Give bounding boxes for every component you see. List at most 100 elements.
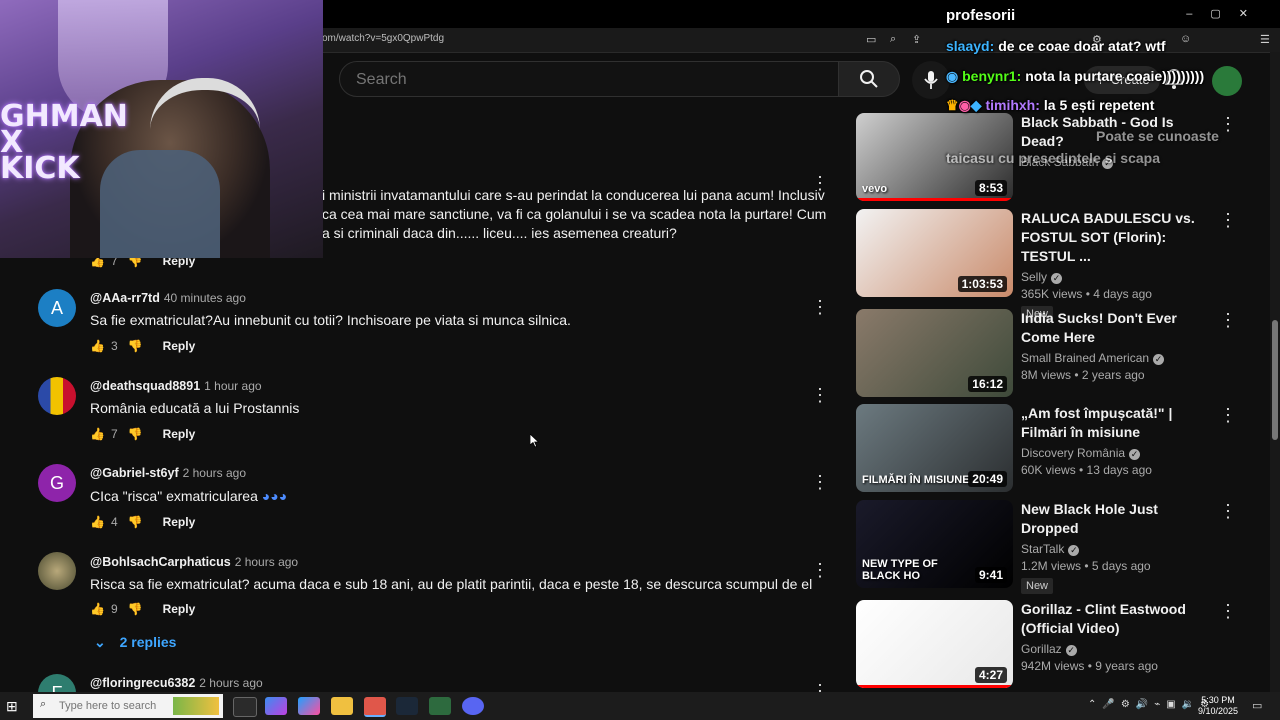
stream-logo: GHMAN X KICK [0, 99, 128, 186]
comment-time[interactable]: 2 hours ago [199, 676, 262, 690]
dislike-icon[interactable]: 👎 [128, 427, 143, 441]
reply-button[interactable]: Reply [163, 339, 196, 353]
recommended-video[interactable]: 16:12 India Sucks! Don't Ever Come Here Sm… [856, 309, 1237, 397]
channel-name-row: Selly ✓ [1021, 270, 1216, 284]
avatar[interactable]: A [38, 289, 76, 327]
recommended-video[interactable]: 4:27 Gorillaz - Clint Eastwood (Official … [856, 600, 1237, 688]
comment-menu-button[interactable]: ⋮ [811, 473, 829, 491]
zoom-icon[interactable]: ⌕ [890, 33, 896, 46]
chat-message: slaayd: de ce coae doar atat? wtf [946, 38, 1166, 54]
like-count: 9 [110, 602, 118, 616]
like-icon[interactable]: 👍 [90, 602, 105, 616]
comment-author[interactable]: @Gabriel-st6yf [90, 466, 179, 480]
profile-icon[interactable]: ☺ [1180, 33, 1191, 45]
comment-menu-button[interactable]: ⋮ [811, 298, 829, 316]
video-menu-button[interactable]: ⋮ [1219, 502, 1237, 520]
avatar[interactable] [38, 377, 76, 415]
comment-time[interactable]: 2 hours ago [183, 466, 246, 480]
video-title[interactable]: RALUCA BADULESCU vs. FOSTUL SOT (Florin)… [1021, 209, 1216, 266]
comment-header: @AAa-rr7td 40 minutes ago [90, 291, 246, 305]
video-title[interactable]: New Black Hole Just Dropped [1021, 500, 1216, 538]
video-menu-button[interactable]: ⋮ [1219, 406, 1237, 424]
avatar[interactable]: G [38, 464, 76, 502]
thumbnail-label: vevo [862, 183, 888, 195]
comment-text: a si criminali daca din...... liceu.... … [322, 225, 677, 241]
video-menu-button[interactable]: ⋮ [1219, 115, 1237, 133]
cast-icon[interactable]: ▭ [866, 33, 876, 46]
voice-search-button[interactable] [912, 61, 950, 99]
microphone-icon [924, 71, 938, 89]
video-thumbnail[interactable]: FILMĂRI ÎN MISIUNE 20:49 [856, 404, 1013, 492]
copilot-icon[interactable] [265, 697, 287, 715]
video-title[interactable]: „Am fost împușcată!" | Filmări în misiun… [1021, 404, 1216, 442]
search-input[interactable] [354, 70, 818, 90]
xbox-icon[interactable] [429, 697, 451, 715]
comment-menu-button[interactable]: ⋮ [811, 174, 829, 192]
video-title[interactable]: India Sucks! Don't Ever Come Here [1021, 309, 1216, 347]
taskbar-search-box[interactable]: ⌕ [33, 694, 223, 718]
menu-icon[interactable]: ☰ [1260, 33, 1270, 46]
video-menu-button[interactable]: ⋮ [1219, 211, 1237, 229]
video-menu-button[interactable]: ⋮ [1219, 602, 1237, 620]
user-avatar[interactable] [1212, 66, 1242, 96]
comment-menu-button[interactable]: ⋮ [811, 386, 829, 404]
video-thumbnail[interactable]: NEW TYPE OF BLACK HO 9:41 [856, 500, 1013, 588]
steam-icon[interactable] [396, 697, 418, 715]
taskbar-clock[interactable]: 5:30 PM 9/10/2025 [1198, 695, 1238, 717]
video-menu-button[interactable]: ⋮ [1219, 311, 1237, 329]
reply-button[interactable]: Reply [163, 427, 196, 441]
recommended-video[interactable]: FILMĂRI ÎN MISIUNE 20:49 „Am fost împușcat… [856, 404, 1237, 492]
comment-header: @floringrecu6382 2 hours ago [90, 676, 263, 690]
view-replies-button[interactable]: ⌄ 2 replies [94, 634, 176, 651]
recommended-video[interactable]: 1:03:53 RALUCA BADULESCU vs. FOSTUL SOT (… [856, 209, 1237, 322]
like-icon[interactable]: 👍 [90, 339, 105, 353]
comment-time[interactable]: 2 hours ago [235, 555, 298, 569]
recommended-video[interactable]: NEW TYPE OF BLACK HO 9:41 New Black Hole J… [856, 500, 1237, 594]
task-view-icon[interactable] [233, 697, 257, 717]
copilot-app-icon[interactable] [298, 697, 320, 715]
comment-text: Sa fie exmatriculat?Au innebunit cu toti… [90, 312, 571, 328]
dislike-icon[interactable]: 👎 [128, 602, 143, 616]
video-thumbnail[interactable]: 4:27 [856, 600, 1013, 688]
notification-center-icon[interactable]: ▭ [1252, 699, 1262, 712]
search-button[interactable] [838, 61, 900, 97]
reply-button[interactable]: Reply [163, 515, 196, 529]
video-thumbnail[interactable]: 16:12 [856, 309, 1013, 397]
video-title[interactable]: Gorillaz - Clint Eastwood (Official Vide… [1021, 600, 1216, 638]
channel-name[interactable]: Discovery România [1021, 446, 1125, 460]
window-controls[interactable]: –▢✕ [1186, 7, 1266, 20]
comment-time[interactable]: 40 minutes ago [164, 291, 246, 305]
search-box[interactable] [339, 61, 839, 97]
comment-author[interactable]: @deathsquad8891 [90, 379, 200, 393]
comment-author[interactable]: @AAa-rr7td [90, 291, 160, 305]
channel-name[interactable]: Gorillaz [1021, 642, 1062, 656]
system-tray-icons[interactable]: ⌃🎤⚙🔊⌁▣🔉⚙ [1088, 699, 1215, 710]
channel-name[interactable]: Small Brained American [1021, 351, 1149, 365]
channel-name[interactable]: Selly [1021, 270, 1047, 284]
taskbar-search-input[interactable] [57, 699, 171, 713]
file-explorer-icon[interactable] [331, 697, 353, 715]
like-icon[interactable]: 👍 [90, 515, 105, 529]
video-meta: 365K views • 4 days ago [1021, 287, 1152, 301]
channel-name[interactable]: StarTalk [1021, 542, 1064, 556]
video-duration: 9:41 [974, 567, 1007, 583]
comment-author[interactable]: @BohlsachCarphaticus [90, 555, 231, 569]
video-info: New Black Hole Just Dropped StarTalk ✓ 1.2M… [1021, 500, 1216, 594]
like-icon[interactable]: 👍 [90, 427, 105, 441]
avatar[interactable] [38, 552, 76, 590]
brave-browser-icon[interactable] [364, 697, 386, 717]
url-text[interactable]: om/watch?v=5gx0QpwPtdg [322, 33, 444, 44]
windows-start-icon[interactable]: ⊞ [6, 698, 18, 715]
dislike-icon[interactable]: 👎 [128, 515, 143, 529]
dislike-icon[interactable]: 👎 [128, 339, 143, 353]
share-icon[interactable]: ⇪ [912, 33, 921, 46]
comment-author[interactable]: @floringrecu6382 [90, 676, 195, 690]
video-info: „Am fost împușcată!" | Filmări în misiun… [1021, 404, 1216, 477]
verified-icon: ✓ [1129, 449, 1141, 460]
scrollbar-thumb[interactable] [1272, 320, 1278, 440]
comment-menu-button[interactable]: ⋮ [811, 561, 829, 579]
discord-icon[interactable] [462, 697, 484, 715]
reply-button[interactable]: Reply [163, 602, 196, 616]
video-thumbnail[interactable]: 1:03:53 [856, 209, 1013, 297]
comment-time[interactable]: 1 hour ago [204, 379, 261, 393]
